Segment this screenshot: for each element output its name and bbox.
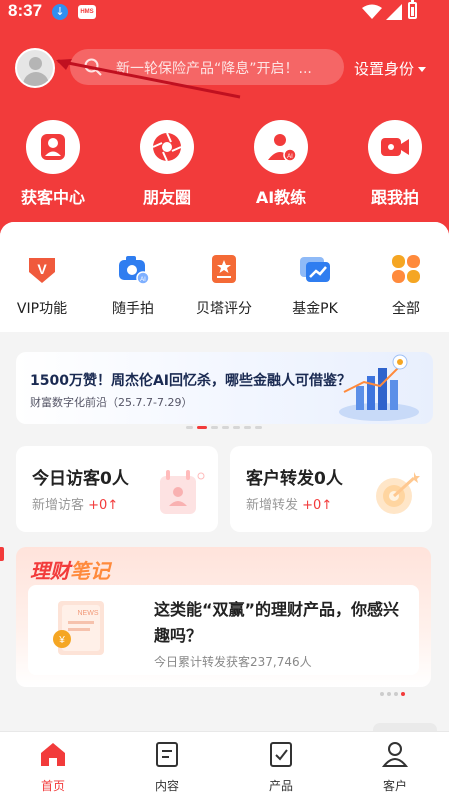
video-camera-icon [381,138,409,156]
finance-note-sub: 今日累计转发获客237,746人 [154,655,312,669]
target-icon [376,472,420,514]
grid-all-icon [392,255,420,283]
forwards-delta: +0 [302,498,322,513]
function-all[interactable]: 全部 [371,252,441,318]
avatar[interactable] [15,48,55,88]
function-fund-pk[interactable]: 基金PK [280,252,350,318]
function-label: 基金PK [292,301,338,317]
fund-chart-icon [300,257,330,282]
finance-note-card[interactable]: 理财笔记 NEWS ¥ 这类能“双赢”的理财产品，你感兴趣吗？ 今日累计转发获客… [16,547,431,696]
tab-content[interactable]: 内容 [127,740,207,794]
checklist-icon [270,742,292,767]
wifi-icon [362,4,382,19]
visitors-delta: +0 [88,498,108,513]
main-panel: V VIP功能 AI 随手拍 贝塔评分 基金PK 全部 1500万赞！周杰伦AI… [0,222,449,797]
forwards-title: 客户转发0人 [246,469,343,489]
finance-note-article[interactable]: NEWS ¥ 这类能“双赢”的理财产品，你感兴趣吗？ 今日累计转发获客237,7… [28,585,419,696]
visitors-card[interactable]: 今日访客0人 新增访客 +0↑ [16,446,218,532]
quick-action-moments[interactable]: 朋友圈 [127,120,207,208]
visitors-sub: 新增访客 +0↑ [32,498,119,513]
battery-icon [408,0,417,19]
function-label: VIP功能 [16,301,68,317]
svg-text:AI: AI [287,154,293,160]
document-icon [156,742,178,767]
signal-icon [386,4,402,20]
quick-action-label: 获客中心 [20,188,85,207]
user-center-icon [41,134,65,160]
person-icon [381,742,409,767]
status-time: 8:37 [8,1,43,20]
quick-action-label: 朋友圈 [142,188,191,207]
tab-customers[interactable]: 客户 [355,740,435,794]
status-bar: 8:37 ↓ HMS [0,0,449,24]
finance-note-brand: 理财笔记 [30,559,110,583]
function-label: 全部 [392,301,420,317]
visitors-title: 今日访客0人 [32,469,129,489]
function-grid: V VIP功能 AI 随手拍 贝塔评分 基金PK 全部 [0,222,449,332]
quick-action-ai-coach[interactable]: AI AI教练 [241,120,321,208]
caret-down-icon [418,67,427,72]
annotation-arrow-icon [56,59,241,99]
note-pagination [380,681,408,700]
ai-coach-icon: AI [268,134,297,162]
tab-products[interactable]: 产品 [241,740,321,794]
city-chart-illustration-icon [339,354,419,421]
svg-text:V: V [37,261,47,277]
calendar-user-icon [160,470,205,514]
quick-action-label: AI教练 [255,188,307,207]
tab-label: 内容 [154,779,179,793]
tab-label: 产品 [268,779,293,793]
score-doc-icon [212,255,236,283]
tab-label: 客户 [382,779,407,793]
set-identity-button[interactable]: 设置身份 [354,58,427,79]
quick-action-customer-center[interactable]: 获客中心 [13,120,93,208]
vip-badge-icon: V [29,258,55,283]
floating-tab-marker [0,547,4,561]
home-icon [41,743,65,766]
bottom-tab-bar: 首页 内容 产品 客户 [0,731,449,797]
ai-camera-icon: AI [119,256,150,285]
set-identity-label: 设置身份 [354,60,415,78]
function-snapshot[interactable]: AI 随手拍 [98,252,168,318]
svg-text:AI: AI [140,277,146,283]
tab-label: 首页 [40,779,65,793]
function-beta-score[interactable]: 贝塔评分 [189,252,259,318]
forwards-sub: 新增转发 +0↑ [246,498,333,513]
forwards-card[interactable]: 客户转发0人 新增转发 +0↑ [230,446,432,532]
banner-title: 1500万赞！周杰伦AI回忆杀，哪些金融人可借鉴？ [30,373,352,389]
hms-app-icon: HMS [78,5,96,19]
function-vip[interactable]: V VIP功能 [7,252,77,318]
quick-action-label: 跟我拍 [370,188,419,207]
function-label: 随手拍 [112,301,154,317]
banner-subtitle: 财富数字化前沿（25.7.7-7.29） [30,396,193,409]
finance-note-title: 这类能“双赢”的理财产品，你感兴趣吗？ [154,600,400,645]
quick-action-film-with-me[interactable]: 跟我拍 [355,120,435,208]
news-thumb-label: NEWS [78,610,99,617]
download-icon: ↓ [52,4,68,20]
aperture-icon [152,132,182,162]
up-arrow-icon: ↑ [321,498,333,513]
svg-text:¥: ¥ [58,635,65,646]
banner-pagination [186,414,266,433]
function-label: 贝塔评分 [196,301,252,317]
news-doc-icon: NEWS ¥ [53,601,104,655]
up-arrow-icon: ↑ [107,498,119,513]
tab-home[interactable]: 首页 [13,740,93,794]
